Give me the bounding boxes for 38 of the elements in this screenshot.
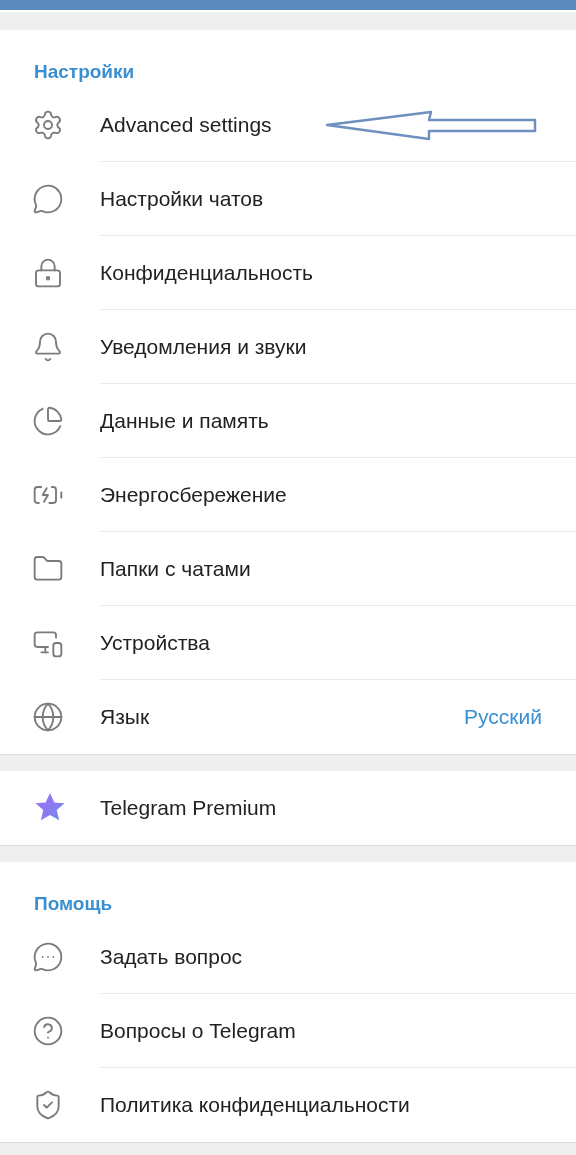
row-label: Политика конфиденциальности [100,1092,410,1119]
row-value: Русский [464,704,542,731]
row-label: Advanced settings [100,111,272,138]
settings-row[interactable]: Advanced settings [0,88,576,162]
arrow-icon [325,110,537,142]
row-label: Задать вопрос [100,943,243,970]
row-label: Энергосбережение [100,481,287,508]
settings-row[interactable]: Данные и память [0,384,576,458]
row-label: Telegram Premium [100,795,277,822]
row-label: Конфиденциальность [100,259,313,286]
globe-icon [32,701,64,733]
bell-icon [32,331,64,363]
settings-row[interactable]: Язык Русский [0,680,576,754]
row-label: Уведомления и звуки [100,333,307,360]
settings-row[interactable]: Энергосбережение [0,458,576,532]
settings-row[interactable]: Политика конфиденциальности [0,1068,576,1142]
section-header: Настройки [33,60,136,84]
settings-icon [32,109,64,141]
row-label: Устройства [100,629,210,656]
chat-bubble-icon [32,183,64,215]
section-header: Помощь [33,892,114,916]
row-label: Настройки чатов [100,185,264,212]
row-label: Вопросы о Telegram [100,1017,296,1044]
row-label: Язык [100,704,150,731]
question-icon [32,1015,64,1047]
row-label: Данные и память [100,407,269,434]
settings-row[interactable]: Устройства [0,606,576,680]
settings-row[interactable]: Папки с чатами [0,532,576,606]
settings-row[interactable]: Уведомления и звуки [0,310,576,384]
settings-row[interactable]: Настройки чатов [0,162,576,236]
row-label: Папки с чатами [100,555,251,582]
settings-row[interactable]: Вопросы о Telegram [0,994,576,1068]
chat-dots-icon [32,941,64,973]
settings-row[interactable]: Конфиденциальность [0,236,576,310]
settings-row[interactable]: Telegram Premium [0,771,576,845]
lock-icon [32,257,64,289]
pie-chart-icon [32,405,64,437]
settings-row[interactable]: Задать вопрос [0,920,576,994]
